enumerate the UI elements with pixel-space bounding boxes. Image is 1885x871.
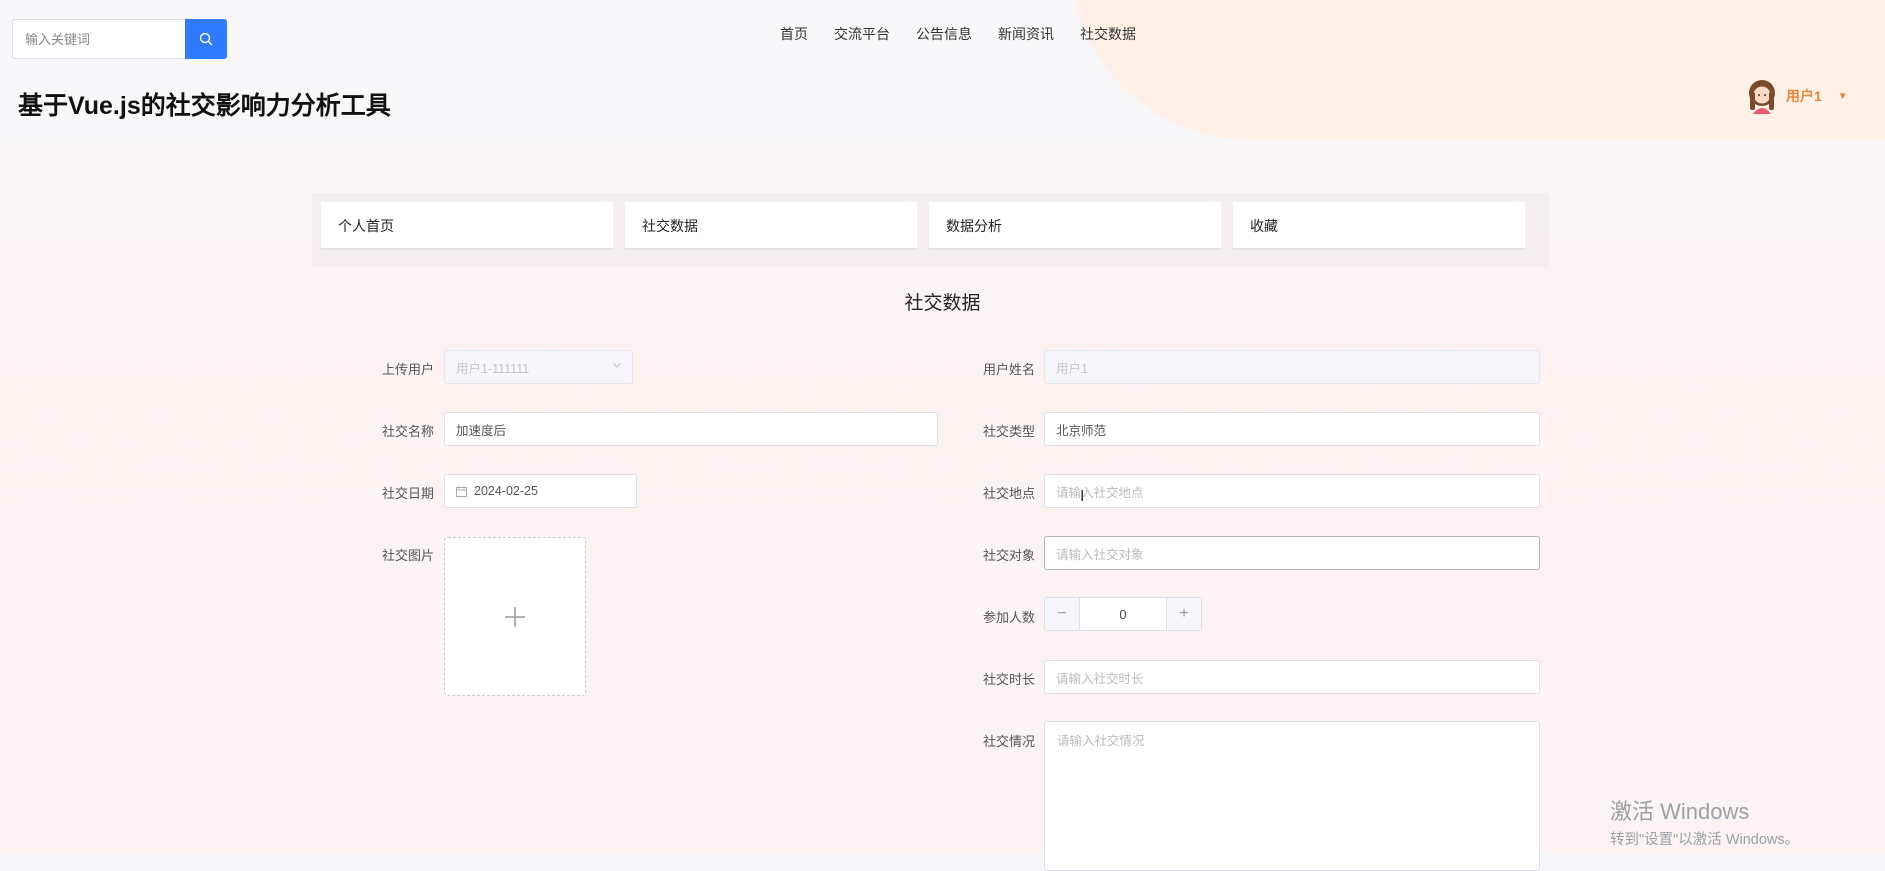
social-date-picker[interactable]: 2024-02-25 [444,474,637,508]
duration-placeholder: 请输入社交时长 [1056,671,1144,686]
social-place-input[interactable]: 请输入社交地点 [1044,474,1540,508]
decrement-button[interactable]: − [1045,598,1080,630]
social-date-label: 社交日期 [382,486,435,501]
social-target-placeholder: 请输入社交对象 [1056,547,1144,562]
image-upload[interactable] [444,537,586,696]
search-input[interactable] [12,19,185,59]
text-cursor-icon: I [1080,487,1085,505]
social-type-value: 北京师范 [1056,423,1107,438]
nav-social-data[interactable]: 社交数据 [1080,24,1136,44]
header-decoration [1070,0,1885,140]
nav-announcements[interactable]: 公告信息 [916,24,972,44]
watermark-title: 激活 Windows [1610,799,1750,824]
user-name-input[interactable]: 用户1 [1044,350,1540,384]
nav-news[interactable]: 新闻资讯 [998,24,1054,44]
search-box [12,19,227,59]
participants-value[interactable]: 0 [1080,598,1166,630]
participants-label: 参加人数 [983,610,1036,625]
user-menu[interactable]: 用户1 ▼ [1744,78,1848,114]
avatar [1749,80,1775,114]
page-title: 社交数据 [904,293,981,314]
social-type-input[interactable]: 北京师范 [1044,412,1540,446]
search-icon [199,32,213,46]
social-date-value: 2024-02-25 [474,484,538,498]
search-button[interactable] [185,19,227,59]
upload-user-value: 用户1-111111 [456,361,530,376]
windows-activation-watermark: 激活 Windows 转到"设置"以激活 Windows。 [1610,794,1799,849]
increment-button[interactable]: + [1166,598,1201,630]
social-place-label: 社交地点 [983,486,1036,501]
top-nav: 首页 交流平台 公告信息 新闻资讯 社交数据 [780,24,1136,44]
situation-placeholder: 请输入社交情况 [1057,734,1145,748]
nav-forum[interactable]: 交流平台 [834,24,890,44]
participants-stepper[interactable]: − 0 + [1044,597,1202,631]
social-image-label: 社交图片 [382,548,435,563]
profile-tabs: 个人首页 社交数据 数据分析 收藏 [312,193,1549,267]
social-target-input[interactable]: 请输入社交对象 [1044,536,1540,570]
social-name-input[interactable]: 加速度后 [444,412,938,446]
user-name[interactable]: 用户1 [1786,86,1822,106]
social-name-label: 社交名称 [382,424,435,439]
watermark-subtitle: 转到"设置"以激活 Windows。 [1610,832,1800,848]
calendar-icon [456,485,467,497]
upload-user-label: 上传用户 [382,362,435,377]
situation-textarea[interactable]: 请输入社交情况 [1044,721,1540,871]
header: 首页 交流平台 公告信息 新闻资讯 社交数据 基于Vue.js的社交影响力分析工… [0,0,1885,140]
social-place-placeholder: 请输入社交地点 [1056,485,1144,500]
site-title: 基于Vue.js的社交影响力分析工具 [18,92,391,120]
duration-label: 社交时长 [983,672,1036,687]
tab-data-analysis[interactable]: 数据分析 [929,202,1221,250]
user-name-value: 用户1 [1056,361,1088,376]
social-name-value: 加速度后 [456,423,507,438]
duration-input[interactable]: 请输入社交时长 [1044,660,1540,694]
tab-social-data[interactable]: 社交数据 [625,202,917,250]
nav-home[interactable]: 首页 [780,24,808,44]
tab-favorites[interactable]: 收藏 [1233,202,1525,250]
social-target-label: 社交对象 [983,548,1036,563]
plus-icon [505,606,525,627]
tab-profile-home[interactable]: 个人首页 [321,202,613,250]
caret-down-icon[interactable]: ▼ [1838,91,1848,102]
chevron-down-icon [613,363,621,368]
social-type-label: 社交类型 [983,424,1036,439]
situation-label: 社交情况 [983,734,1036,749]
upload-user-select[interactable]: 用户1-111111 [444,350,633,384]
user-name-label: 用户姓名 [983,362,1036,377]
